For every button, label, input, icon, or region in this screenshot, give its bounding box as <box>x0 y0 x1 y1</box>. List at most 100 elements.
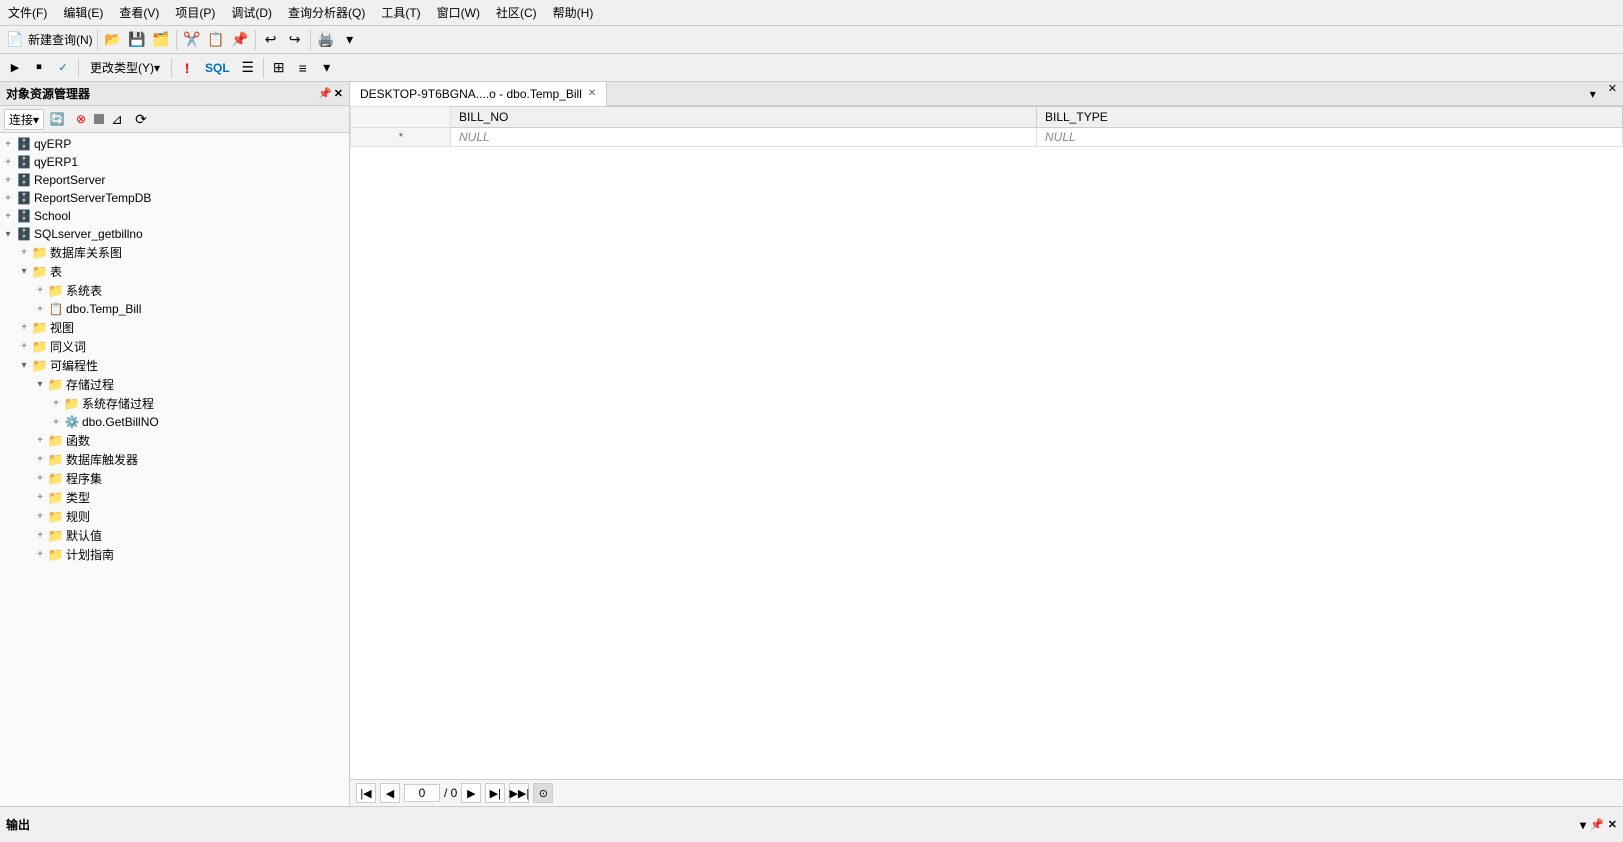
expand-icon-programmability[interactable]: ▾ <box>16 358 32 374</box>
tree-item-ReportServer[interactable]: +🗄️ReportServer <box>0 171 349 189</box>
tree-item-dbo_getbillno[interactable]: +⚙️dbo.GetBillNO <box>0 413 349 431</box>
tree-item-tables[interactable]: ▾📁表 <box>0 262 349 281</box>
tree-item-functions[interactable]: +📁函数 <box>0 431 349 450</box>
menu-project[interactable]: 项目(P) <box>171 2 219 23</box>
tree-item-systables[interactable]: +📁系统表 <box>0 281 349 300</box>
close-panel-icon[interactable]: ✕ <box>334 87 343 100</box>
cell-bill-no[interactable]: NULL <box>451 128 1037 147</box>
expand-icon-types[interactable]: + <box>32 490 48 506</box>
stop-button[interactable]: ⏹ <box>28 57 50 79</box>
expand-icon-storedprocs[interactable]: ▾ <box>32 377 48 393</box>
menu-community[interactable]: 社区(C) <box>492 2 541 23</box>
tree-item-synonyms[interactable]: +📁同义词 <box>0 337 349 356</box>
expand-icon-rules[interactable]: + <box>32 509 48 525</box>
prev-page-button[interactable]: ◀ <box>380 783 400 803</box>
expand-icon-SQLserver_getbillno[interactable]: ▾ <box>0 226 16 242</box>
tree-item-qyERP[interactable]: +🗄️qyERP <box>0 135 349 153</box>
tree-item-School[interactable]: +🗄️School <box>0 207 349 225</box>
menu-window[interactable]: 窗口(W) <box>433 2 484 23</box>
expand-icon-systables[interactable]: + <box>32 283 48 299</box>
expand-icon-views[interactable]: + <box>16 320 32 336</box>
tree-item-sysstoredprocs[interactable]: +📁系统存储过程 <box>0 394 349 413</box>
tree-item-ReportServerTempDB[interactable]: +🗄️ReportServerTempDB <box>0 189 349 207</box>
menu-edit[interactable]: 编辑(E) <box>59 2 107 23</box>
expand-icon-qyERP1[interactable]: + <box>0 154 16 170</box>
output-close-icon[interactable]: ✕ <box>1608 818 1617 831</box>
exclamation-button[interactable]: ! <box>176 57 198 79</box>
open-button[interactable]: 📂 <box>102 29 124 51</box>
tab-dropdown[interactable]: ▾ <box>1584 82 1602 105</box>
expand-icon-assemblies[interactable]: + <box>32 471 48 487</box>
first-page-button[interactable]: |◀ <box>356 783 376 803</box>
expand-icon-synonyms[interactable]: + <box>16 339 32 355</box>
expand-icon-planquides[interactable]: + <box>32 547 48 563</box>
cut-button[interactable]: ✂️ <box>181 29 203 51</box>
redo-button[interactable]: ↪ <box>284 29 306 51</box>
paste-button[interactable]: 📌 <box>229 29 251 51</box>
output-pin-icon[interactable]: 📌 <box>1590 818 1604 831</box>
sql-label-btn[interactable]: SQL <box>200 57 235 79</box>
save-all-button[interactable]: 🗂️ <box>150 29 172 51</box>
expand-icon-tables[interactable]: ▾ <box>16 264 32 280</box>
undo-button[interactable]: ↩ <box>260 29 282 51</box>
page-number-input[interactable] <box>404 784 440 802</box>
stop-nav-button[interactable]: ⊙ <box>533 783 553 803</box>
execute-button[interactable]: ▶ <box>4 57 26 79</box>
menu-query[interactable]: 查询分析器(Q) <box>284 2 369 23</box>
new-query-button[interactable]: 📄 <box>4 29 26 51</box>
main-tab[interactable]: DESKTOP-9T6BGNA....o - dbo.Temp_Bill ✕ <box>350 82 607 106</box>
tree-item-storedprocs[interactable]: ▾📁存储过程 <box>0 375 349 394</box>
refresh-icon[interactable]: 🔄 <box>46 108 68 130</box>
tree-item-dbdiagram[interactable]: +📁数据库关系图 <box>0 243 349 262</box>
expand-icon-qyERP[interactable]: + <box>0 136 16 152</box>
results-text-btn[interactable]: ≡ <box>292 57 314 79</box>
expand-icon-sysstoredprocs[interactable]: + <box>48 396 64 412</box>
tab-close-all[interactable]: ✕ <box>1602 82 1623 105</box>
tree-item-triggers[interactable]: +📁数据库触发器 <box>0 450 349 469</box>
parse-button[interactable]: ✓ <box>52 57 74 79</box>
expand-icon-School[interactable]: + <box>0 208 16 224</box>
expand-icon-triggers[interactable]: + <box>32 452 48 468</box>
pin-icon[interactable]: 📌 <box>318 87 332 100</box>
dropdown-btn-2[interactable]: ▾ <box>316 57 338 79</box>
expand-icon-dbdiagram[interactable]: + <box>16 245 32 261</box>
change-type-button[interactable]: 更改类型(Y)▾ <box>83 57 167 79</box>
tree-item-programmability[interactable]: ▾📁可编程性 <box>0 356 349 375</box>
output-dropdown-icon[interactable]: ▾ <box>1580 818 1586 832</box>
disconnect-icon[interactable]: ⊗ <box>70 108 92 130</box>
expand-icon-dbo_temp_bill[interactable]: + <box>32 301 48 317</box>
next-page-button[interactable]: ▶ <box>461 783 481 803</box>
execute-nav-button[interactable]: ▶▶| <box>509 783 529 803</box>
connect-button[interactable]: 连接▾ <box>4 109 44 130</box>
results-grid-btn[interactable]: ⊞ <box>268 57 290 79</box>
menu-tools[interactable]: 工具(T) <box>377 2 424 23</box>
expand-icon-ReportServer[interactable]: + <box>0 172 16 188</box>
menu-file[interactable]: 文件(F) <box>4 2 51 23</box>
tree-item-defaults[interactable]: +📁默认值 <box>0 526 349 545</box>
last-page-button[interactable]: ▶| <box>485 783 505 803</box>
menu-debug[interactable]: 调试(D) <box>227 2 276 23</box>
tree-item-rules[interactable]: +📁规则 <box>0 507 349 526</box>
copy-button[interactable]: 📋 <box>205 29 227 51</box>
tree-item-qyERP1[interactable]: +🗄️qyERP1 <box>0 153 349 171</box>
tree-item-views[interactable]: +📁视图 <box>0 318 349 337</box>
filter-icon[interactable]: ⊿ <box>106 108 128 130</box>
expand-icon-defaults[interactable]: + <box>32 528 48 544</box>
expand-icon-functions[interactable]: + <box>32 433 48 449</box>
tab-close-button[interactable]: ✕ <box>588 88 596 99</box>
sync-icon[interactable]: ⟳ <box>130 108 152 130</box>
expand-icon-dbo_getbillno[interactable]: + <box>48 414 64 430</box>
new-query-label[interactable]: 新建查询(N) <box>28 31 93 48</box>
print-button[interactable]: 🖨️ <box>315 29 337 51</box>
list-button[interactable]: ☰ <box>237 57 259 79</box>
menu-view[interactable]: 查看(V) <box>115 2 163 23</box>
menu-help[interactable]: 帮助(H) <box>549 2 598 23</box>
stop-icon[interactable] <box>94 114 104 124</box>
dropdown-btn[interactable]: ▾ <box>339 29 361 51</box>
save-button[interactable]: 💾 <box>126 29 148 51</box>
cell-bill-type[interactable]: NULL <box>1037 128 1623 147</box>
tree-item-assemblies[interactable]: +📁程序集 <box>0 469 349 488</box>
tree-item-planquides[interactable]: +📁计划指南 <box>0 545 349 564</box>
expand-icon-ReportServerTempDB[interactable]: + <box>0 190 16 206</box>
tree-item-dbo_temp_bill[interactable]: +📋dbo.Temp_Bill <box>0 300 349 318</box>
